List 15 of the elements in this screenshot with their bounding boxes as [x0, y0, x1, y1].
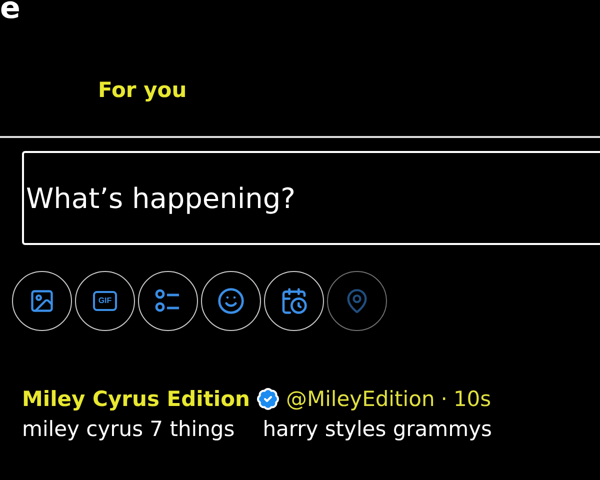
- separator-dot: ·: [440, 387, 448, 411]
- calendar-clock-icon: [280, 287, 308, 315]
- header-title: e: [0, 0, 22, 22]
- gif-icon: GIF: [93, 291, 117, 311]
- author-handle: @MileyEdition: [286, 387, 435, 411]
- feed-tab[interactable]: For you: [98, 78, 187, 128]
- post-text: harry styles grammys: [262, 417, 492, 441]
- post-input-field[interactable]: What’s happening?: [22, 151, 600, 245]
- gif-button[interactable]: GIF: [75, 271, 135, 331]
- image-icon: [29, 288, 55, 314]
- author-name: Miley Cyrus Edition: [22, 387, 250, 411]
- smiley-icon: [217, 287, 245, 315]
- post-text: miley cyrus 7 things: [22, 417, 235, 441]
- list-icon: [154, 288, 182, 314]
- post-time: 10s: [453, 387, 492, 411]
